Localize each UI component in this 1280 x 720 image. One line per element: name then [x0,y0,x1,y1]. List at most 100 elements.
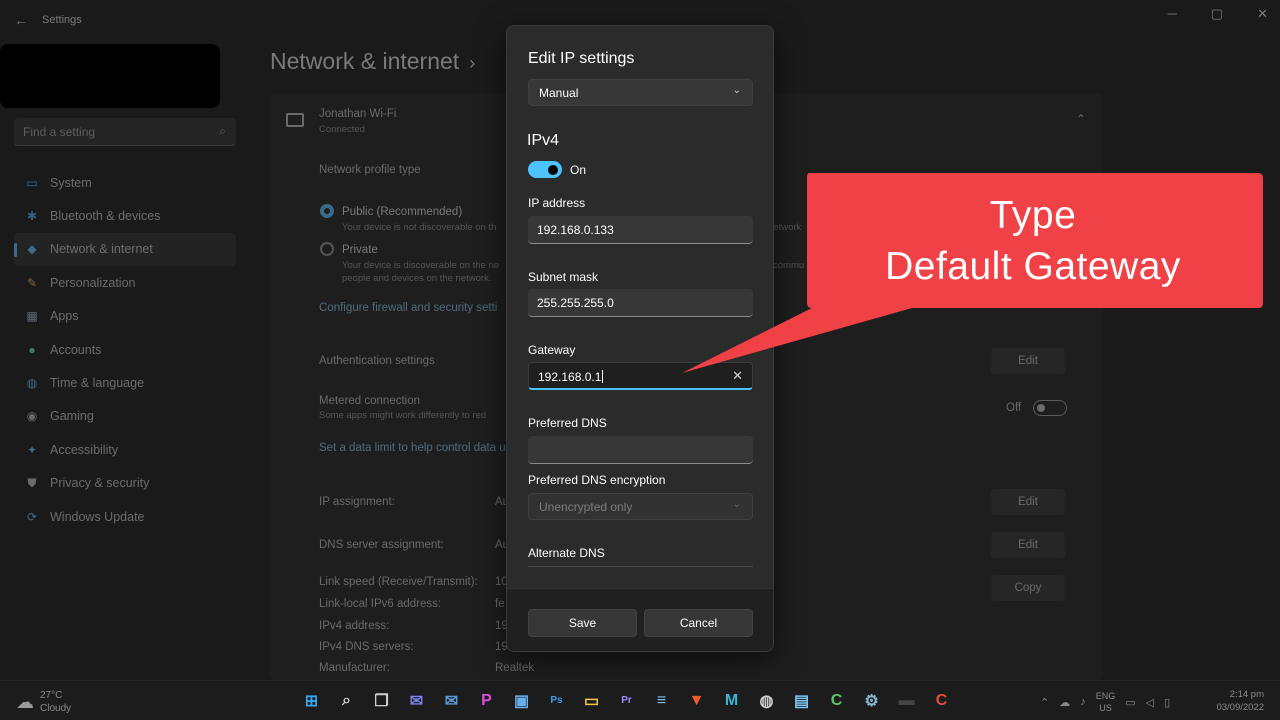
sidebar-item-accounts[interactable]: ● Accounts [14,333,236,366]
picsart-icon[interactable]: P [474,688,499,713]
search-icon[interactable]: ⌕ [334,688,359,713]
sidebar-item-label: Accounts [50,342,102,357]
notepad-icon[interactable]: ≡ [649,688,674,713]
clock[interactable]: 2:14 pm 03/09/2022 [1216,688,1264,714]
onedrive-cloud-icon[interactable]: ☁ [1059,696,1070,709]
maxthon-icon[interactable]: M [719,688,744,713]
sidebar-item-apps[interactable]: ▦ Apps [14,300,236,333]
callout-line-2: Default Gateway [885,245,1181,288]
sidebar-item-time-language[interactable]: ◍ Time & language [14,366,236,399]
weather-widget[interactable]: ☁ 27°C Cloudy [16,689,71,715]
calculator-icon[interactable]: ▤ [789,688,814,713]
ipv6-label: Link-local IPv6 address: [319,598,442,610]
ip-mode-dropdown[interactable]: Manual ⌄ [528,79,753,106]
sidebar-item-accessibility[interactable]: ✦ Accessibility [14,433,236,466]
preferred-dns-label: Preferred DNS [528,416,607,430]
dns-encryption-value: Unencrypted only [539,500,633,514]
bluetooth-icon: ✱ [26,209,38,224]
profile-type-label: Network profile type [319,164,421,176]
dns-encryption-label: Preferred DNS encryption [528,473,666,487]
clear-icon[interactable]: ✕ [732,368,743,384]
app-title: Settings [42,14,82,26]
network-globe-icon[interactable]: ◍ [754,688,779,713]
wifi-adapter-icon [286,113,304,127]
close-icon[interactable]: ✕ [1257,6,1268,22]
auth-edit-button[interactable]: Edit [991,348,1065,374]
sidebar-item-personalization[interactable]: ✎ Personalization [14,266,236,299]
maximize-icon[interactable]: ▢ [1211,6,1223,22]
ipv4-toggle-state: On [570,163,587,177]
preferred-dns-field[interactable] [528,436,753,464]
metered-desc: Some apps might work differently to red [319,410,487,421]
ipv4-dns-label: IPv4 DNS servers: [319,641,414,653]
collapse-chevron-icon[interactable]: ⌃ [1076,112,1086,126]
back-arrow-icon[interactable]: ← [14,12,28,28]
network-tray-icon[interactable]: ▭ [1125,696,1135,709]
search-input[interactable]: Find a setting ⌕ [14,118,236,146]
metered-toggle[interactable] [1033,400,1067,416]
private-label: Private [342,244,378,256]
search-icon: ⌕ [219,124,226,138]
ipv4-heading: IPv4 [527,132,560,149]
chevron-down-icon: ⌄ [732,85,741,96]
volume-icon[interactable]: ◁ [1146,696,1154,709]
ipv6-value: fe [495,598,505,610]
metered-label: Metered connection [319,395,421,407]
subnet-mask-value: 255.255.255.0 [537,296,614,310]
camtasia-icon[interactable]: C [824,688,849,713]
alternate-dns-field[interactable] [528,566,753,567]
private-desc-1: Your device is discoverable on the ne [342,260,500,271]
gateway-field[interactable]: 192.168.0.1 ✕ [528,362,753,390]
sidebar-item-network-internet[interactable]: ◆ Network & internet [14,232,236,267]
sidebar-item-windows-update[interactable]: ⟳ Windows Update [14,500,236,533]
recorder-icon[interactable]: C [929,688,954,713]
private-radio[interactable] [320,242,334,256]
save-button[interactable]: Save [528,609,637,637]
dns-edit-button[interactable]: Edit [991,532,1065,558]
photoshop-icon[interactable]: Ps [544,688,569,713]
copy-button[interactable]: Copy [991,575,1065,601]
dns-encryption-dropdown[interactable]: Unencrypted only ⌄ [528,493,753,520]
premiere-icon[interactable]: Pr [614,688,639,713]
minimize-icon[interactable]: ─ [1168,6,1177,22]
battery-icon[interactable]: ▯ [1164,696,1170,709]
cloud-icon: ☁ [16,691,34,712]
cancel-button[interactable]: Cancel [644,609,753,637]
private-desc-right: commu [773,260,805,271]
sidebar-item-bluetooth-devices[interactable]: ✱ Bluetooth & devices [14,199,236,232]
store-icon[interactable]: ▣ [509,688,534,713]
public-radio[interactable] [320,204,334,218]
teams-chat-icon[interactable]: ✉ [404,688,429,713]
microphone-icon[interactable]: ♪ [1080,696,1086,708]
monitor-icon: ▭ [26,175,38,190]
terminal-icon[interactable]: ▬ [894,688,919,713]
sidebar-item-label: Personalization [50,275,136,290]
ipv4-toggle[interactable] [528,161,562,178]
globe-icon: ◍ [26,376,38,391]
sidebar-item-system[interactable]: ▭ System [14,166,236,199]
sidebar-item-label: Network & internet [50,242,153,257]
mail-icon[interactable]: ✉ [439,688,464,713]
callout-line-1: Type [989,194,1077,237]
ip-address-field[interactable]: 192.168.0.133 [528,216,753,244]
tray-chevron-icon[interactable]: ⌃ [1040,696,1049,709]
network-icon: ◆ [27,242,37,257]
brush-icon: ✎ [26,275,38,290]
ip-address-label: IP address [528,196,586,210]
firewall-link[interactable]: Configure firewall and security setti [319,302,497,314]
ip-edit-button[interactable]: Edit [991,489,1065,515]
sidebar-item-privacy-security[interactable]: ⛊ Privacy & security [14,467,236,500]
shield-icon: ⛊ [27,475,37,490]
sidebar-item-gaming[interactable]: ◉ Gaming [14,400,236,433]
taskbar-apps: ⊞ ⌕ ❐ ✉ ✉ P ▣ Ps ▭ Pr ≡ ▼ M ◍ ▤ C ⚙ ▬ C [299,688,954,713]
language-indicator[interactable]: ENG US [1096,690,1116,714]
start-icon[interactable]: ⊞ [299,688,324,713]
file-explorer-icon[interactable]: ▭ [579,688,604,713]
brave-icon[interactable]: ▼ [684,688,709,713]
task-view-icon[interactable]: ❐ [369,688,394,713]
weather-condition: Cloudy [40,703,72,714]
settings-icon[interactable]: ⚙ [859,688,884,713]
region-code: US [1099,703,1112,713]
subnet-mask-field[interactable]: 255.255.255.0 [528,289,753,317]
data-limit-link[interactable]: Set a data limit to help control data u [319,442,506,454]
